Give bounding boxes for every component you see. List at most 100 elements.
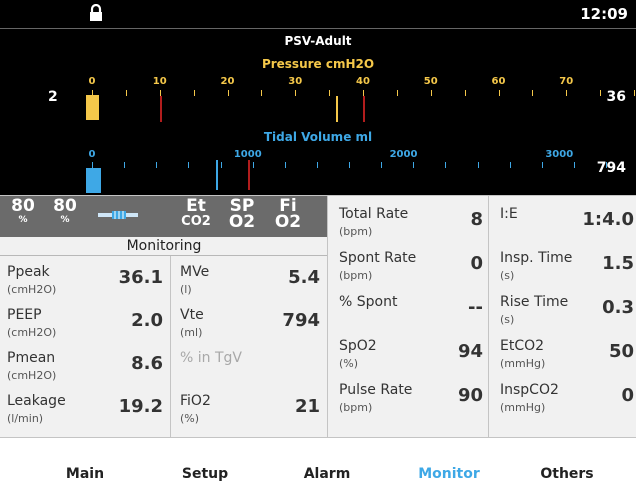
param-value: 5.4 bbox=[288, 267, 320, 288]
param-value: -- bbox=[468, 297, 483, 318]
spo2-bottom: O2 bbox=[228, 212, 256, 232]
o2-sensor-a-button[interactable]: 80 % bbox=[6, 198, 40, 226]
param-value: 94 bbox=[457, 341, 483, 362]
o2-sensor-a-unit: % bbox=[18, 215, 28, 225]
pressure-gauge-title: Pressure cmH2O bbox=[261, 57, 375, 71]
p-tick-label: 40 bbox=[356, 76, 370, 87]
p-tick-mark bbox=[566, 90, 568, 96]
nav-tab-alarm[interactable]: Alarm bbox=[304, 466, 351, 482]
param-ppeak[interactable]: Ppeak (cmH2O) 36.1 bbox=[7, 264, 163, 308]
nav-tab-monitor[interactable]: Monitor bbox=[418, 466, 480, 482]
column-divider bbox=[488, 196, 489, 438]
p-tick-mark bbox=[430, 90, 432, 96]
v-tick-label: 3000 bbox=[545, 149, 574, 160]
param-spont-rate[interactable]: Spont Rate (bpm) 0 bbox=[339, 250, 483, 294]
fio2-sensor-button[interactable]: Fi O2 bbox=[270, 198, 306, 232]
param-unit: (bpm) bbox=[339, 401, 373, 414]
param-unit: (mmHg) bbox=[500, 401, 546, 414]
ventilator-screen: 12:09 PSV-Adult Pressure cmH2O 0 10 20 30 40… bbox=[0, 0, 636, 483]
v-tick-mark bbox=[220, 162, 222, 168]
param-fio2[interactable]: FiO2 (%) 21 bbox=[180, 393, 320, 437]
p-tick-mark bbox=[464, 90, 466, 96]
param-value: 1:4.0 bbox=[582, 209, 634, 230]
param-unit: (mmHg) bbox=[500, 357, 546, 370]
param-mve[interactable]: MVe (l) 5.4 bbox=[180, 264, 320, 308]
etco2-sensor-button[interactable]: Et CO2 bbox=[176, 198, 216, 230]
p-tick-mark bbox=[329, 90, 331, 96]
nav-tab-setup[interactable]: Setup bbox=[182, 466, 228, 482]
monitoring-right-panel: Total Rate (bpm) 8 Spont Rate (bpm) 0 % Spont -… bbox=[328, 196, 636, 438]
param-pmean[interactable]: Pmean (cmH2O) 8.6 bbox=[7, 350, 163, 394]
param-name: InspCO2 bbox=[500, 382, 559, 398]
v-tick-mark bbox=[284, 162, 286, 168]
param-value: 1.5 bbox=[602, 253, 634, 274]
waveform-area: 12:09 PSV-Adult Pressure cmH2O 0 10 20 30 40… bbox=[0, 0, 636, 196]
status-bar: 12:09 bbox=[0, 0, 636, 28]
param-peep[interactable]: PEEP (cmH2O) 2.0 bbox=[7, 307, 163, 351]
pressure-marker bbox=[335, 96, 338, 122]
p-tick-mark bbox=[227, 90, 229, 96]
param-value: 50 bbox=[608, 341, 634, 362]
param-unit: (ml) bbox=[180, 326, 203, 339]
v-tick-mark bbox=[477, 162, 479, 168]
p-tick-mark bbox=[295, 90, 297, 96]
o2-sensor-b-button[interactable]: 80 % bbox=[48, 198, 82, 226]
volume-marker bbox=[215, 160, 218, 190]
p-tick-label: 0 bbox=[88, 76, 96, 87]
volume-current-value: 794 bbox=[596, 160, 626, 176]
volume-marker bbox=[247, 160, 250, 190]
v-tick-label: 0 bbox=[88, 149, 96, 160]
param-pulse-rate[interactable]: Pulse Rate (bpm) 90 bbox=[339, 382, 483, 426]
bottom-nav: Main Setup Alarm Monitor Others bbox=[0, 438, 636, 483]
pressure-peak-value: 36 bbox=[606, 89, 626, 105]
v-tick-mark bbox=[124, 162, 126, 168]
param-value: 36.1 bbox=[118, 267, 163, 288]
param-name: FiO2 bbox=[180, 393, 211, 409]
param-inspco2[interactable]: InspCO2 (mmHg) 0 bbox=[500, 382, 634, 426]
v-tick-mark bbox=[509, 162, 511, 168]
v-tick-label: 2000 bbox=[389, 149, 418, 160]
ventilation-mode[interactable]: PSV-Adult bbox=[0, 34, 636, 48]
p-tick-label: 20 bbox=[220, 76, 235, 87]
param-spo2[interactable]: SpO2 (%) 94 bbox=[339, 338, 483, 382]
param-spont[interactable]: % Spont -- bbox=[339, 294, 483, 338]
nav-tab-others[interactable]: Others bbox=[540, 466, 593, 482]
p-tick-mark bbox=[498, 90, 500, 96]
param-unit: (l/min) bbox=[7, 412, 44, 425]
param-name: PEEP bbox=[7, 307, 42, 323]
param-i-e[interactable]: I:E 1:4.0 bbox=[500, 206, 634, 250]
param-name: Ppeak bbox=[7, 264, 50, 280]
v-tick-mark bbox=[381, 162, 383, 168]
param-unit: (bpm) bbox=[339, 225, 373, 238]
param-etco2[interactable]: EtCO2 (mmHg) 50 bbox=[500, 338, 634, 382]
param-unit: (cmH2O) bbox=[7, 369, 57, 382]
lock-icon[interactable] bbox=[89, 4, 103, 22]
param-insp-time[interactable]: Insp. Time (s) 1.5 bbox=[500, 250, 634, 294]
param-name: Total Rate bbox=[339, 206, 409, 222]
param-name: I:E bbox=[500, 206, 518, 222]
param-total-rate[interactable]: Total Rate (bpm) 8 bbox=[339, 206, 483, 250]
volume-gauge-title: Tidal Volume ml bbox=[263, 130, 373, 144]
param-unit: (%) bbox=[339, 357, 359, 370]
v-tick-mark bbox=[413, 162, 415, 168]
nav-tab-main[interactable]: Main bbox=[66, 466, 104, 482]
monitoring-left-panel: 80 % 80 % Et CO2 SP O2 Fi O2 Monitoring … bbox=[0, 196, 328, 438]
param-name: MVe bbox=[180, 264, 210, 280]
param-in-tgv[interactable]: % in TgV bbox=[180, 350, 320, 394]
param-name: Vte bbox=[180, 307, 204, 323]
param-leakage[interactable]: Leakage (l/min) 19.2 bbox=[7, 393, 163, 437]
fio2-bottom: O2 bbox=[274, 212, 302, 232]
p-tick-mark bbox=[396, 90, 398, 96]
param-vte[interactable]: Vte (ml) 794 bbox=[180, 307, 320, 351]
param-unit: (cmH2O) bbox=[7, 326, 57, 339]
p-tick-mark bbox=[261, 90, 263, 96]
param-name: Rise Time bbox=[500, 294, 569, 310]
flow-sensor-icon[interactable] bbox=[98, 210, 138, 220]
param-value: 0 bbox=[470, 253, 483, 274]
volume-bar bbox=[86, 168, 101, 193]
v-tick-mark bbox=[156, 162, 158, 168]
param-name: Spont Rate bbox=[339, 250, 417, 266]
param-unit: (s) bbox=[500, 313, 515, 326]
spo2-sensor-button[interactable]: SP O2 bbox=[224, 198, 260, 232]
param-rise-time[interactable]: Rise Time (s) 0.3 bbox=[500, 294, 634, 338]
